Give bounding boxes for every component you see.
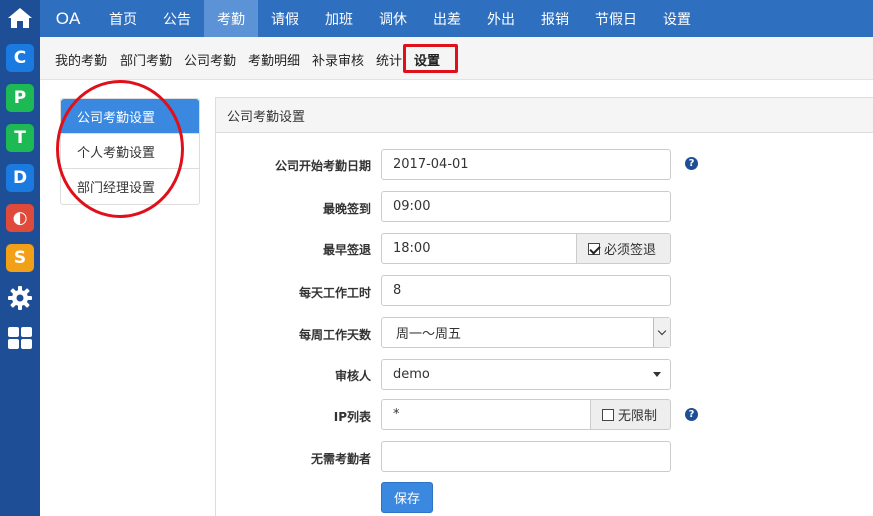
sub-navigation: 我的考勤 部门考勤 公司考勤 考勤明细 补录审核 统计 设置	[40, 37, 873, 80]
weekly-days-label: 每周工作天数	[298, 328, 371, 342]
subnav-settings[interactable]: 设置	[414, 50, 440, 69]
gear-icon[interactable]	[6, 284, 34, 312]
settings-menu-department-manager[interactable]: 部门经理设置	[61, 169, 199, 204]
approver-value: demo	[393, 367, 430, 382]
app-s-icon[interactable]: S	[6, 244, 34, 272]
weekly-days-value: 周一～周五	[396, 327, 462, 342]
subnav-attendance-details[interactable]: 考勤明细	[248, 50, 300, 69]
help-icon[interactable]: ?	[685, 408, 698, 421]
app-o-icon[interactable]: ◐	[6, 204, 34, 232]
exempt-label: 无需考勤者	[310, 452, 371, 466]
panel-title: 公司考勤设置	[216, 98, 873, 133]
app-d-icon[interactable]: D	[6, 164, 34, 192]
settings-menu-personal[interactable]: 个人考勤设置	[61, 134, 199, 169]
nav-business-trip[interactable]: 出差	[420, 0, 474, 37]
ip-list-label: IP列表	[333, 410, 371, 424]
nav-notice[interactable]: 公告	[150, 0, 204, 37]
earliest-checkout-label: 最早签退	[322, 243, 371, 257]
left-dock: C P T D ◐ S	[0, 0, 40, 516]
chevron-down-icon[interactable]	[653, 318, 670, 347]
start-date-label: 公司开始考勤日期	[274, 159, 371, 173]
daily-hours-input[interactable]: 8	[381, 275, 671, 306]
subnav-my-attendance[interactable]: 我的考勤	[55, 50, 107, 69]
nav-compensatory-leave[interactable]: 调休	[366, 0, 420, 37]
subnav-department-attendance[interactable]: 部门考勤	[120, 50, 172, 69]
settings-menu: 公司考勤设置 个人考勤设置 部门经理设置	[60, 98, 200, 205]
app-c-icon[interactable]: C	[6, 44, 34, 72]
grid-icon[interactable]	[6, 324, 34, 352]
nav-go-out[interactable]: 外出	[474, 0, 528, 37]
earliest-checkout-input[interactable]: 18:00	[381, 233, 577, 264]
checkbox-unchecked-icon[interactable]	[602, 408, 614, 421]
approver-select[interactable]: demo	[381, 359, 671, 390]
no-limit-checkbox-addon[interactable]: 无限制	[591, 399, 671, 430]
brand-logo[interactable]: OA	[40, 0, 96, 37]
nav-attendance[interactable]: 考勤	[204, 0, 258, 37]
subnav-company-attendance[interactable]: 公司考勤	[184, 50, 236, 69]
home-icon[interactable]	[6, 4, 34, 32]
checkbox-checked-icon[interactable]	[588, 242, 600, 255]
weekly-days-select[interactable]: 周一～周五	[381, 317, 671, 348]
nav-settings[interactable]: 设置	[650, 0, 704, 37]
nav-home[interactable]: 首页	[96, 0, 150, 37]
latest-checkin-input[interactable]: 09:00	[381, 191, 671, 222]
app-root: C P T D ◐ S OA 首页 公告 考勤 请假 加班 调休 出差 外出 报…	[0, 0, 873, 516]
help-icon[interactable]: ?	[685, 157, 698, 170]
save-button[interactable]: 保存	[381, 482, 433, 513]
subnav-statistics[interactable]: 统计	[376, 50, 402, 69]
app-t-icon[interactable]: T	[6, 124, 34, 152]
nav-leave[interactable]: 请假	[258, 0, 312, 37]
subnav-supplement-review[interactable]: 补录审核	[312, 50, 364, 69]
exempt-input[interactable]	[381, 441, 671, 472]
latest-checkin-label: 最晚签到	[322, 202, 371, 216]
caret-down-icon	[653, 372, 661, 377]
must-checkout-checkbox-addon[interactable]: 必须签退	[577, 233, 671, 264]
nav-overtime[interactable]: 加班	[312, 0, 366, 37]
app-p-icon[interactable]: P	[6, 84, 34, 112]
nav-holidays[interactable]: 节假日	[582, 0, 650, 37]
must-checkout-label: 必须签退	[604, 243, 657, 258]
start-date-input[interactable]: 2017-04-01	[381, 149, 671, 180]
daily-hours-label: 每天工作工时	[298, 286, 371, 300]
ip-list-input[interactable]: *	[381, 399, 591, 430]
nav-reimbursement[interactable]: 报销	[528, 0, 582, 37]
top-navigation: OA 首页 公告 考勤 请假 加班 调休 出差 外出 报销 节假日 设置	[40, 0, 873, 37]
no-limit-label: 无限制	[618, 409, 658, 424]
approver-label: 审核人	[334, 369, 371, 383]
settings-menu-company[interactable]: 公司考勤设置	[61, 99, 199, 134]
